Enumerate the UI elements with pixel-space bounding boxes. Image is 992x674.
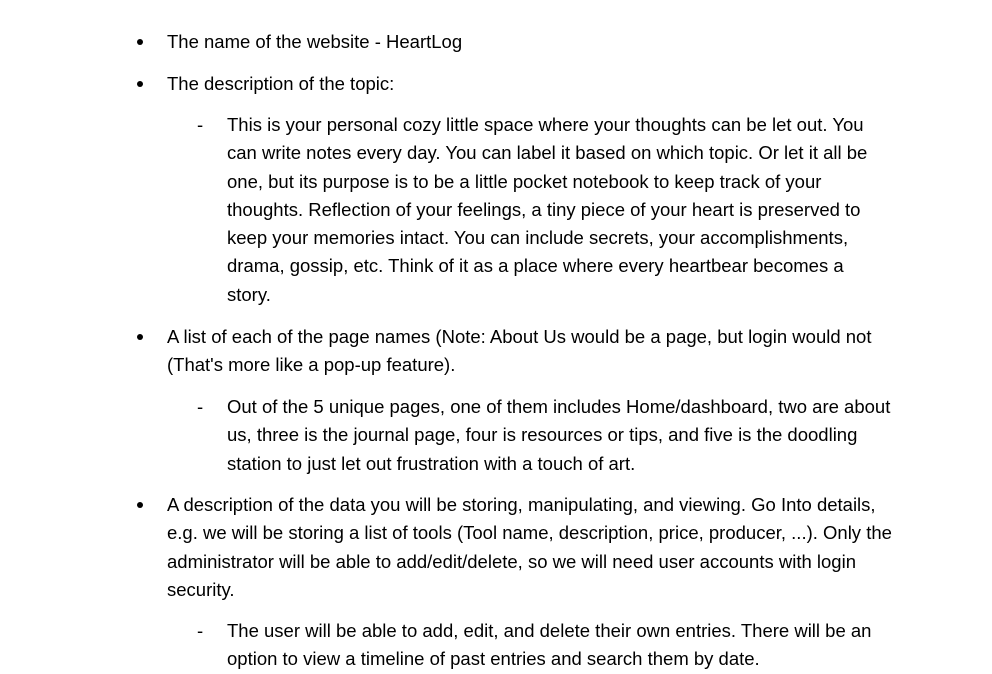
bullet-text: A description of the data you will be st… — [167, 494, 892, 600]
document-page: The name of the website - HeartLog The d… — [0, 0, 992, 672]
bullet-item-topic-description: The description of the topic: — [137, 70, 892, 98]
dash-item-topic-details: - This is your personal cozy little spac… — [197, 111, 892, 309]
dash-text: Out of the 5 unique pages, one of them i… — [227, 396, 891, 474]
bullet-text: The name of the website - HeartLog — [167, 31, 463, 52]
dash-icon: - — [197, 396, 204, 417]
bullet-text: The description of the topic: — [167, 73, 395, 94]
dash-text: This is your personal cozy little space … — [227, 114, 868, 305]
bullet-item-page-names: A list of each of the page names (Note: … — [137, 323, 892, 380]
bullet-icon — [137, 502, 143, 508]
bullet-icon — [137, 39, 143, 45]
dash-icon: - — [197, 114, 204, 135]
dash-item-user-entries: - The user will be able to add, edit, an… — [197, 617, 892, 674]
bullet-item-website-name: The name of the website - HeartLog — [137, 28, 892, 56]
bullet-icon — [137, 81, 143, 87]
bullet-item-data-description: A description of the data you will be st… — [137, 491, 892, 604]
bullet-icon — [137, 334, 143, 340]
bullet-text: A list of each of the page names (Note: … — [167, 326, 872, 376]
dash-item-page-list: - Out of the 5 unique pages, one of them… — [197, 393, 892, 478]
dash-icon: - — [197, 620, 204, 641]
dash-text: The user will be able to add, edit, and … — [227, 620, 872, 670]
